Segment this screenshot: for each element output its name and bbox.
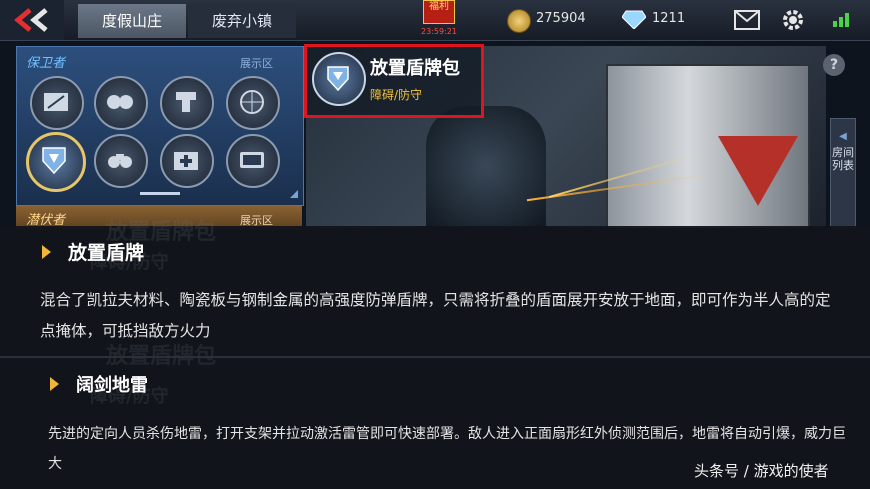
- triangle-right-icon: [42, 245, 51, 259]
- tab-abandoned-town[interactable]: 废弃小镇: [188, 4, 296, 38]
- medkit-icon[interactable]: [160, 134, 214, 188]
- guardian-title: 保卫者: [26, 56, 66, 71]
- welfare-timer: 23:59:21: [421, 27, 457, 36]
- shield-pack-icon[interactable]: [26, 132, 86, 192]
- back-button[interactable]: [0, 0, 64, 40]
- binoculars-icon[interactable]: [94, 134, 148, 188]
- diamond-count: 1211: [652, 11, 686, 26]
- section-title: 放置盾牌: [68, 242, 145, 264]
- corner-marker: [290, 190, 298, 198]
- triangle-right-icon: [50, 377, 59, 391]
- diamond-icon: [622, 10, 646, 29]
- room-list-label: 房间列表: [832, 146, 854, 172]
- room-list-tab[interactable]: ◀ 房间列表: [830, 118, 856, 228]
- watermark: 头条号 / 游戏的使者: [694, 462, 829, 480]
- section-description: 混合了凯拉夫材料、陶瓷板与钢制金属的高强度防弹盾牌，只需将折叠的盾面展开安放于地…: [40, 291, 831, 340]
- help-icon[interactable]: ?: [823, 54, 845, 76]
- welfare-label: 福利: [423, 0, 455, 24]
- soldier-image: [426, 106, 546, 228]
- shield-image: [606, 64, 810, 228]
- radar-lock-icon[interactable]: [226, 76, 280, 130]
- wall-shield-icon[interactable]: [30, 76, 84, 130]
- turret-icon[interactable]: [160, 76, 214, 130]
- page-indicator: [140, 192, 180, 195]
- tab-resort[interactable]: 度假山庄: [78, 4, 186, 38]
- item-category: 障碍/防守: [370, 88, 423, 102]
- goggles-icon[interactable]: [94, 76, 148, 130]
- section-title: 阔剑地雷: [76, 375, 148, 396]
- welfare-button[interactable]: 福利 23:59:21: [414, 0, 464, 40]
- double-chevron-left-icon: [14, 8, 48, 32]
- shield-pack-icon: [312, 52, 366, 106]
- gear-icon[interactable]: [780, 7, 806, 33]
- divider: [0, 356, 870, 358]
- item-name: 放置盾牌包: [370, 58, 460, 79]
- display-area-label[interactable]: 展示区: [240, 55, 273, 71]
- signal-icon: [833, 13, 849, 27]
- mail-icon[interactable]: [734, 10, 760, 30]
- triangle-left-icon: ◀: [839, 131, 847, 142]
- gps-device-icon[interactable]: [226, 134, 280, 188]
- coin-icon: [507, 9, 531, 33]
- coin-count: 275904: [536, 11, 586, 26]
